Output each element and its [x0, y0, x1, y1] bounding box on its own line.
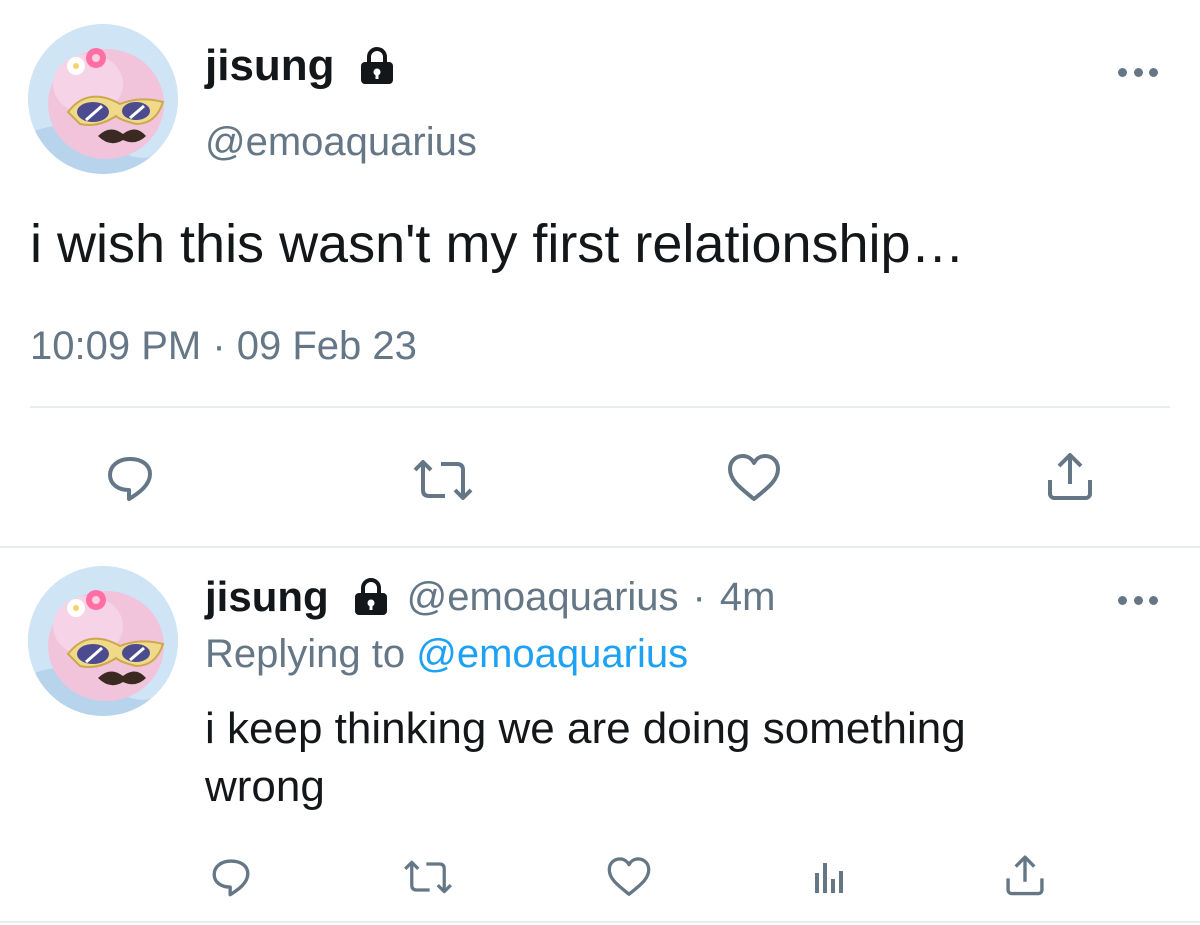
- lock-icon: [357, 46, 397, 86]
- display-name-row: jisung: [205, 38, 397, 94]
- dot: [1118, 67, 1127, 77]
- more-options-button[interactable]: [1118, 62, 1158, 82]
- dot: [1118, 595, 1127, 605]
- analytics-button[interactable]: [806, 854, 852, 900]
- reply-header-row: jisung @emoaquarius · 4m: [205, 570, 775, 624]
- share-icon: [1006, 855, 1044, 896]
- divider: [0, 546, 1200, 548]
- replying-to: Replying to @emoaquarius: [205, 630, 688, 678]
- tweet-age[interactable]: 4m: [720, 575, 776, 620]
- display-name[interactable]: jisung: [205, 573, 329, 621]
- retweet-icon: [404, 860, 452, 894]
- reply-button[interactable]: [206, 852, 256, 902]
- share-button[interactable]: [1038, 446, 1102, 506]
- like-icon: [607, 857, 651, 896]
- share-icon: [1048, 453, 1092, 500]
- separator: ·: [692, 574, 706, 619]
- dot: [1149, 67, 1158, 77]
- display-name[interactable]: jisung: [205, 41, 335, 91]
- retweet-button[interactable]: [408, 450, 478, 510]
- retweet-icon: [413, 460, 473, 500]
- like-icon: [728, 454, 780, 501]
- share-button[interactable]: [1000, 850, 1050, 900]
- avatar[interactable]: [28, 24, 178, 174]
- timestamp[interactable]: 10:09 PM · 09 Feb 23: [30, 322, 417, 370]
- dot: [1149, 595, 1158, 605]
- tweet-text: i wish this wasn't my first relationship…: [30, 214, 965, 274]
- analytics-icon: [815, 863, 843, 893]
- reply-button[interactable]: [100, 448, 160, 508]
- dot: [1133, 595, 1143, 605]
- replying-prefix: Replying to: [205, 632, 406, 676]
- like-button[interactable]: [722, 448, 786, 508]
- reply-text-line: i keep thinking we are doing something: [205, 704, 966, 753]
- handle[interactable]: @emoaquarius: [407, 575, 679, 620]
- dot: [1133, 67, 1143, 77]
- reply-icon: [108, 457, 152, 501]
- divider: [0, 921, 1200, 923]
- handle[interactable]: @emoaquarius: [205, 118, 477, 166]
- replying-handle-link[interactable]: @emoaquarius: [416, 632, 688, 676]
- reply-icon: [212, 859, 250, 897]
- retweet-button[interactable]: [398, 854, 458, 900]
- divider: [30, 406, 1170, 408]
- more-options-button[interactable]: [1118, 590, 1158, 610]
- lock-icon: [351, 577, 391, 617]
- reply-text-line: wrong: [205, 762, 325, 811]
- avatar[interactable]: [28, 566, 178, 716]
- like-button[interactable]: [604, 852, 654, 902]
